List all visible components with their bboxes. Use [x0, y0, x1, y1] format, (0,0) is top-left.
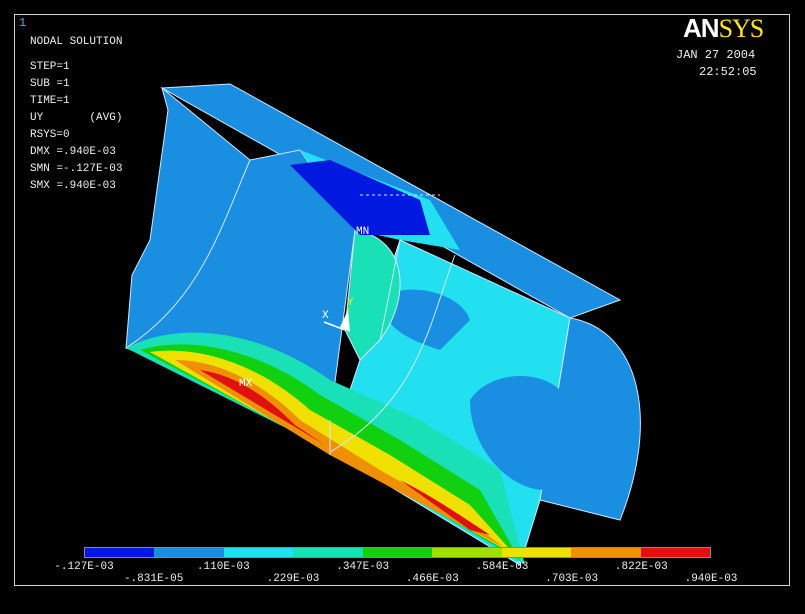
legend-label: .822E-03 — [614, 561, 668, 573]
min-marker: MN — [356, 226, 369, 238]
legend-label: .703E-03 — [545, 573, 599, 585]
legend-color-segment — [293, 548, 363, 557]
legend-label: .347E-03 — [336, 561, 390, 573]
legend-label: .229E-03 — [266, 573, 320, 585]
max-marker: MX — [239, 378, 253, 390]
legend-color-segment — [640, 548, 710, 557]
legend-label: -.127E-03 — [54, 561, 114, 573]
legend-color-segment — [432, 548, 502, 557]
legend-label: .466E-03 — [405, 573, 459, 585]
triad-y-label: Y — [347, 297, 354, 309]
legend-color-segment — [223, 548, 294, 557]
legend-color-segment — [362, 548, 433, 557]
legend-color-segment — [501, 548, 572, 557]
triad-x-label: X — [322, 310, 329, 322]
contour-plot-model: X Y MN MX — [124, 83, 641, 566]
legend-label: .110E-03 — [196, 561, 250, 573]
legend-color-segment — [85, 548, 155, 557]
legend-color-segment — [571, 548, 641, 557]
legend-label: .940E-03 — [684, 573, 738, 585]
legend-label: .584E-03 — [475, 561, 529, 573]
legend-label: -.831E-05 — [123, 573, 184, 585]
contour-legend-bar — [84, 547, 711, 558]
legend-color-segment — [154, 548, 224, 557]
